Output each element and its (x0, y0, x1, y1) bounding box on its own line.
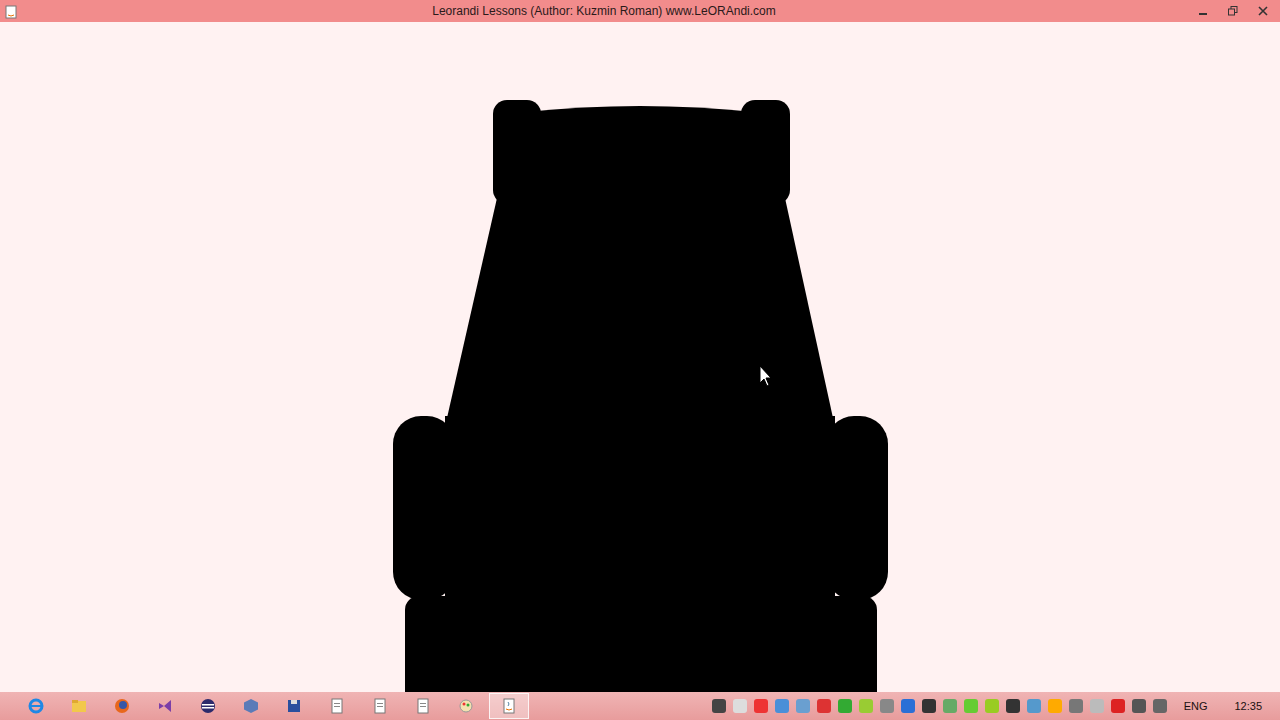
window-controls (1190, 2, 1276, 20)
drawing-canvas (0, 22, 1280, 692)
tray-icon[interactable] (1111, 699, 1125, 713)
tray-icon[interactable] (1153, 699, 1167, 713)
tray-icon[interactable] (1132, 699, 1146, 713)
folder-icon (70, 697, 88, 715)
tray-icon[interactable] (985, 699, 999, 713)
tray-icon[interactable] (880, 699, 894, 713)
tray-icon[interactable] (1048, 699, 1062, 713)
tray-icon[interactable] (796, 699, 810, 713)
tray-icon[interactable] (712, 699, 726, 713)
minimize-button[interactable] (1190, 2, 1216, 20)
taskbar-button[interactable] (489, 693, 529, 719)
taskbar-button[interactable] (360, 693, 400, 719)
tray-icon[interactable] (733, 699, 747, 713)
armchair-silhouette (0, 22, 1280, 692)
taskbar-button[interactable] (446, 693, 486, 719)
language-indicator[interactable]: ENG (1174, 700, 1218, 712)
tray-icon[interactable] (922, 699, 936, 713)
tray-icon[interactable] (901, 699, 915, 713)
taskbar-button[interactable] (102, 693, 142, 719)
restore-button[interactable] (1220, 2, 1246, 20)
tray-icon[interactable] (817, 699, 831, 713)
floppy-icon (285, 697, 303, 715)
document-icon (328, 697, 346, 715)
taskbar-button[interactable] (145, 693, 185, 719)
virtualbox-icon (242, 697, 260, 715)
taskbar-button[interactable] (231, 693, 271, 719)
screen: Leorandi Lessons (Author: Kuzmin Roman) … (0, 0, 1280, 720)
app-icon (4, 4, 18, 18)
eclipse-icon (199, 697, 217, 715)
taskbar-button[interactable] (188, 693, 228, 719)
visual-studio-icon (156, 697, 174, 715)
minimize-icon (1198, 6, 1208, 16)
cursor-icon (760, 366, 771, 386)
system-tray: ENG 12:35 (712, 699, 1280, 713)
window-title: Leorandi Lessons (Author: Kuzmin Roman) … (24, 4, 1184, 18)
tray-icon[interactable] (859, 699, 873, 713)
tray-icon[interactable] (775, 699, 789, 713)
tray-icon[interactable] (1027, 699, 1041, 713)
tray-icon[interactable] (1090, 699, 1104, 713)
tray-icon[interactable] (964, 699, 978, 713)
ie-icon (27, 697, 45, 715)
close-button[interactable] (1250, 2, 1276, 20)
tray-icon[interactable] (754, 699, 768, 713)
title-bar: Leorandi Lessons (Author: Kuzmin Roman) … (0, 0, 1280, 22)
taskbar-button[interactable] (403, 693, 443, 719)
taskbar: ENG 12:35 (0, 692, 1280, 720)
tray-icon[interactable] (1006, 699, 1020, 713)
document-icon (414, 697, 432, 715)
taskbar-button[interactable] (59, 693, 99, 719)
firefox-icon (113, 697, 131, 715)
taskbar-button[interactable] (274, 693, 314, 719)
tray-icon[interactable] (1069, 699, 1083, 713)
tray-icon[interactable] (943, 699, 957, 713)
restore-icon (1228, 6, 1238, 16)
paint-icon (457, 697, 475, 715)
taskbar-button[interactable] (317, 693, 357, 719)
taskbar-apps (16, 693, 712, 719)
close-icon (1258, 6, 1268, 16)
tray-icon[interactable] (838, 699, 852, 713)
taskbar-button[interactable] (16, 693, 56, 719)
java-icon (500, 697, 518, 715)
document-icon (371, 697, 389, 715)
clock[interactable]: 12:35 (1224, 700, 1272, 712)
